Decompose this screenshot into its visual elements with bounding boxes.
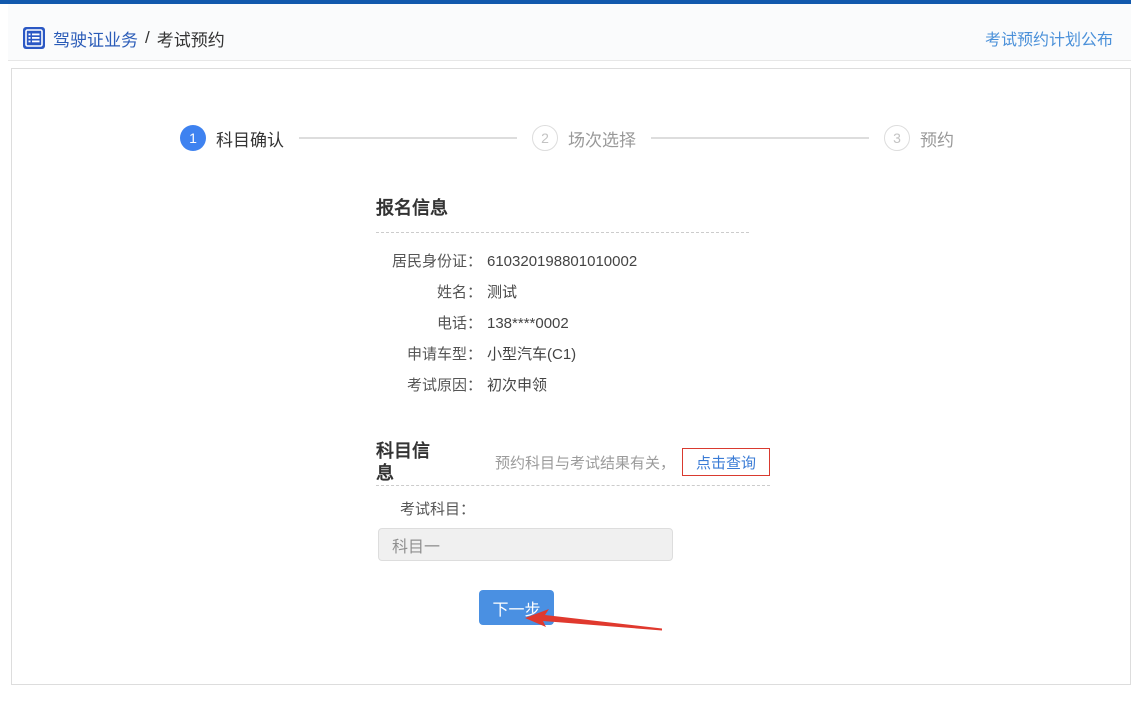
list-icon: [23, 27, 45, 49]
field-exam-reason: 考试原因： 初次申领: [376, 370, 749, 401]
breadcrumb-separator: /: [145, 28, 150, 48]
registration-info-section: 报名信息 居民身份证： 610320198801010002 姓名： 测试 电话…: [376, 197, 749, 401]
field-vehicle-type: 申请车型： 小型汽车(C1): [376, 339, 749, 370]
field-phone: 电话： 138****0002: [376, 308, 749, 339]
field-name: 姓名： 测试: [376, 277, 749, 308]
field-id-number: 居民身份证： 610320198801010002: [376, 246, 749, 277]
breadcrumb-item-exam-appointment: 考试预约: [157, 26, 225, 51]
subject-info-title: 科目信息: [376, 440, 438, 484]
step-2-circle: 2: [532, 125, 558, 151]
breadcrumb: 驾驶证业务 / 考试预约: [23, 26, 225, 51]
step-2-label: 场次选择: [568, 126, 636, 151]
step-1-label: 科目确认: [216, 126, 284, 151]
exam-subject-label: 考试科目：: [400, 502, 770, 518]
exam-plan-announcement-link[interactable]: 考试预约计划公布: [985, 26, 1113, 50]
section-divider: [376, 485, 770, 486]
step-3-label: 预约: [920, 126, 954, 151]
main-panel: 1 科目确认 2 场次选择 3 预约 报名信息 居民身份证： 610320198…: [11, 68, 1131, 685]
next-step-button[interactable]: 下一步: [479, 590, 554, 625]
section-divider: [376, 232, 749, 233]
query-link-highlight-box[interactable]: 点击查询: [682, 448, 770, 476]
subject-info-section: 科目信息 预约科目与考试结果有关， 点击查询 考试科目： 下一步: [376, 447, 770, 625]
step-subject-confirm: 1 科目确认: [180, 125, 284, 151]
exam-subject-input[interactable]: [378, 528, 673, 561]
registration-info-title: 报名信息: [376, 197, 749, 219]
breadcrumb-item-license-business[interactable]: 驾驶证业务: [53, 26, 138, 51]
click-to-query-link[interactable]: 点击查询: [696, 452, 756, 473]
registration-fields: 居民身份证： 610320198801010002 姓名： 测试 电话： 138…: [376, 246, 749, 401]
step-1-circle: 1: [180, 125, 206, 151]
stepper-connector: [651, 137, 869, 139]
wizard-stepper: 1 科目确认 2 场次选择 3 预约: [180, 125, 954, 151]
step-session-select: 2 场次选择: [532, 125, 636, 151]
subject-info-header: 科目信息 预约科目与考试结果有关， 点击查询: [376, 447, 770, 477]
page-header: 驾驶证业务 / 考试预约 考试预约计划公布: [8, 4, 1131, 61]
stepper-connector: [299, 137, 517, 139]
step-3-circle: 3: [884, 125, 910, 151]
step-reserve: 3 预约: [884, 125, 954, 151]
subject-note: 预约科目与考试结果有关，: [495, 452, 675, 473]
